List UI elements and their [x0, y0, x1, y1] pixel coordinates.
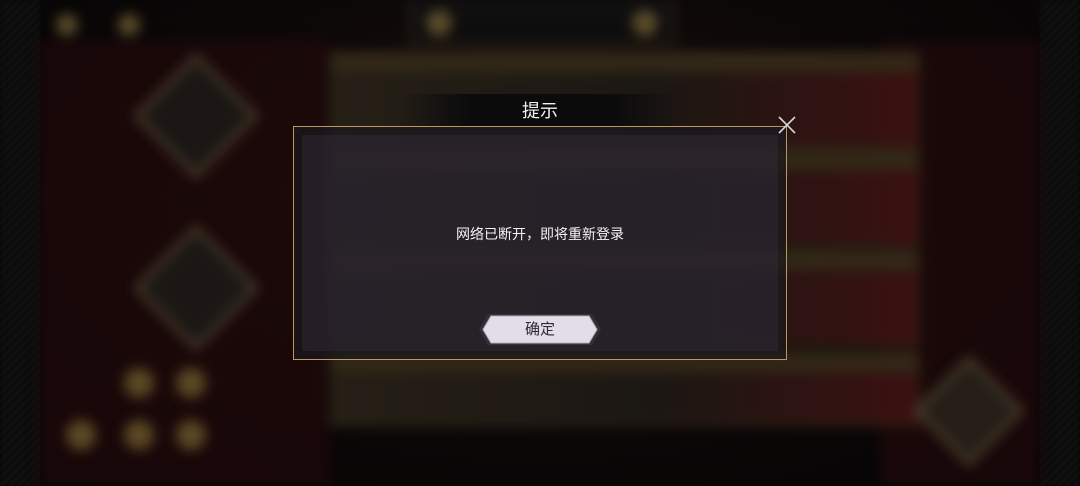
dialog-message: 网络已断开，即将重新登录 — [456, 227, 624, 243]
close-button[interactable] — [776, 114, 798, 136]
dialog-title-bar: 提示 — [400, 94, 680, 126]
close-icon — [778, 116, 796, 134]
dialog-title: 提示 — [522, 101, 558, 122]
confirm-button[interactable]: 确定 — [478, 313, 602, 346]
confirm-button-label: 确定 — [524, 320, 555, 338]
